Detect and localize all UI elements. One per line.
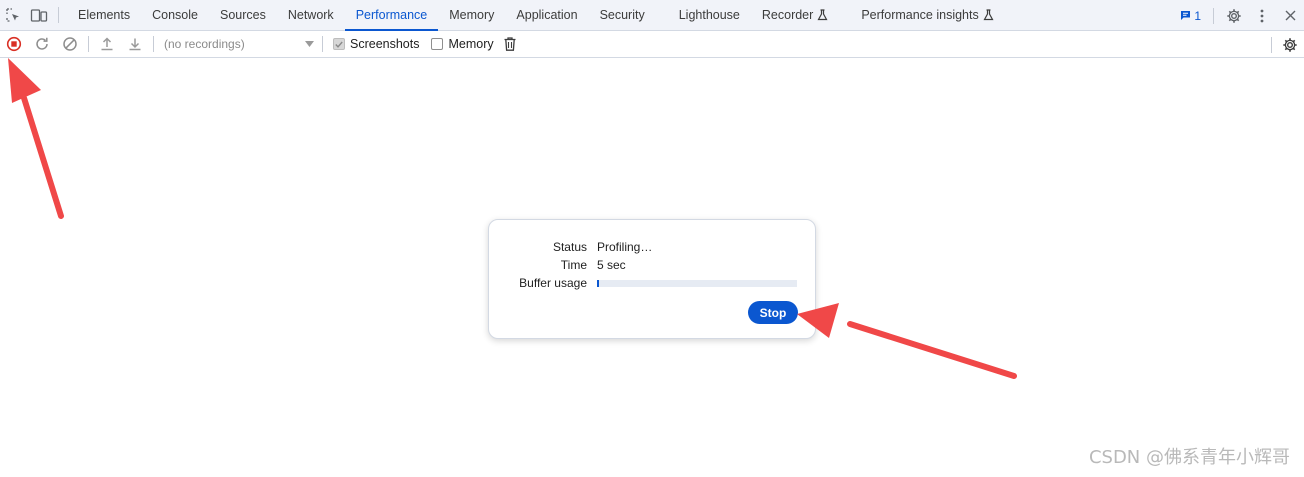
toolbar-divider [1271,36,1272,53]
reload-icon [36,37,48,50]
buffer-usage-fill [597,280,599,287]
tab-label: Console [152,8,198,22]
tab-label: Lighthouse [678,8,740,22]
clear-button[interactable] [56,31,84,58]
memory-label: Memory [448,37,494,51]
tab-performance-insights[interactable]: Performance insights [839,0,1004,30]
tab-label: Memory [449,8,495,22]
status-row: Status Profiling… [489,239,815,255]
status-label: Status [552,240,587,254]
tab-security[interactable]: Security [589,0,656,30]
tab-label: Elements [78,8,131,22]
tab-label: Application [516,8,578,22]
time-row: Time 5 sec [489,257,815,273]
toolbar-right [1267,31,1304,58]
tab-application[interactable]: Application [505,0,588,30]
close-devtools-button[interactable] [1276,0,1304,31]
issues-count: 1 [1194,8,1201,23]
buffer-usage-label: Buffer usage [519,276,587,290]
flask-icon [983,9,994,21]
toolbar-divider [153,36,154,52]
tab-sources[interactable]: Sources [209,0,277,30]
toolbar-divider [88,36,89,52]
memory-checkbox[interactable]: Memory [425,37,499,51]
load-profile-button[interactable] [93,31,121,58]
more-options-button[interactable] [1248,0,1276,31]
time-value: 5 sec [597,258,626,272]
more-vertical-icon [1260,9,1264,22]
tab-label: Performance [355,8,428,22]
issue-message-icon [1181,11,1191,20]
tab-network[interactable]: Network [277,0,345,30]
performance-toolbar: (no recordings) Screenshots Memory [0,31,1304,58]
watermark: CSDN @佛系青年小辉哥 [1088,447,1290,468]
trash-icon [504,37,516,51]
gear-icon [1283,37,1297,52]
inspect-element-icon[interactable] [0,0,26,30]
save-profile-button[interactable] [121,31,149,58]
tab-elements[interactable]: Elements [67,0,141,30]
screenshots-checkbox[interactable]: Screenshots [327,37,425,51]
tab-console[interactable]: Console [141,0,209,30]
toolbar-divider [322,36,323,52]
tab-bar-actions: 1 [1180,0,1304,31]
settings-button[interactable] [1220,0,1248,31]
reload-record-button[interactable] [28,31,56,58]
upload-icon [101,37,113,51]
profiling-status-dialog: Status Profiling… Time 5 sec Buffer usag… [488,219,816,339]
issues-counter[interactable]: 1 [1180,9,1201,23]
status-value: Profiling… [597,240,653,254]
tab-label: Security [599,8,645,22]
tab-label: Recorder [761,8,814,22]
tab-lighthouse[interactable]: Lighthouse [656,0,751,30]
capture-settings-button[interactable] [1276,31,1304,58]
tab-bar-actions-divider [1213,7,1214,24]
checkmark-icon [335,41,343,48]
flask-icon [817,9,828,21]
screenshots-label: Screenshots [350,37,420,51]
record-stop-icon [6,36,22,52]
tab-recorder[interactable]: Recorder [751,0,839,30]
devtools-tab-bar: Elements Console Sources Network Perform… [0,0,1304,31]
close-icon [1285,10,1295,21]
buffer-usage-bar [597,280,797,287]
recordings-select[interactable]: (no recordings) [158,34,318,54]
download-icon [129,38,141,51]
arrow-to-record-button [8,58,64,219]
stop-button[interactable]: Stop [748,301,798,324]
tab-label: Sources [219,8,266,22]
device-toolbar-icon[interactable] [26,0,52,30]
clear-icon [63,37,77,51]
memory-checkbox-box[interactable] [431,38,444,50]
recordings-select-value: (no recordings) [164,37,245,51]
stop-recording-button[interactable] [0,31,28,58]
chevron-down-icon [305,41,314,47]
tab-label: Performance insights [861,8,979,22]
arrow-to-stop-button [797,303,1017,379]
collect-garbage-button[interactable] [500,31,520,58]
screenshots-checkbox-box[interactable] [333,38,345,50]
tab-memory[interactable]: Memory [438,0,505,30]
gear-icon [1227,8,1241,23]
tab-label: Network [287,8,334,22]
time-label: Time [560,258,587,272]
tab-performance[interactable]: Performance [344,0,439,31]
tab-bar-divider [58,7,59,23]
